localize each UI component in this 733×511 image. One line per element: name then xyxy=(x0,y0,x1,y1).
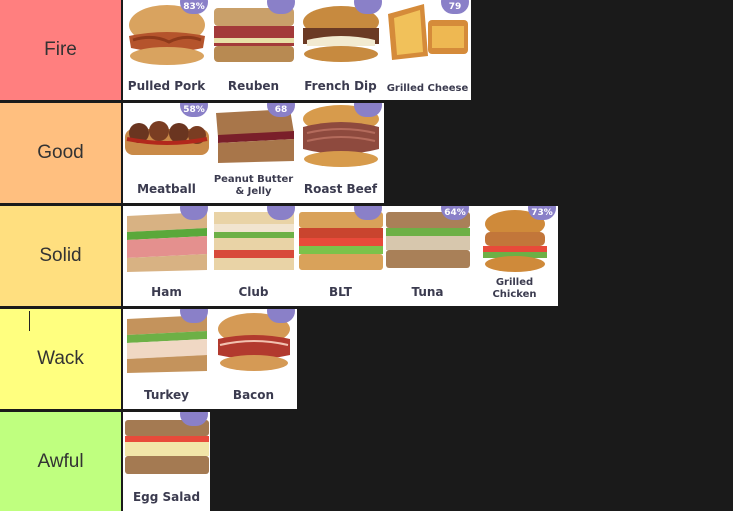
tier-label-solid[interactable]: Solid xyxy=(0,206,121,306)
item-label: French Dip xyxy=(304,79,377,94)
tier-item-bacon[interactable]: Bacon xyxy=(210,309,297,409)
item-label: Bacon xyxy=(232,388,275,403)
score-badge: 73% xyxy=(528,206,556,220)
tier-item-turkey[interactable]: Turkey xyxy=(123,309,210,409)
tier-row-wack: Wack Turkey Bacon xyxy=(0,309,733,409)
tier-item-grilled-cheese[interactable]: 79 Grilled Cheese xyxy=(384,0,471,100)
tier-label-fire[interactable]: Fire xyxy=(0,0,121,100)
tier-item-grilled-chicken[interactable]: 73% Grilled Chicken xyxy=(471,206,558,306)
score-badge: 64% xyxy=(441,206,469,220)
score-badge: 58% xyxy=(180,103,208,117)
item-label: BLT xyxy=(329,285,352,300)
tier-items-fire: 83% Pulled Pork Reuben French Dip 79 Gri… xyxy=(123,0,471,100)
tier-item-club[interactable]: Club xyxy=(210,206,297,306)
tier-items-awful: Egg Salad xyxy=(123,412,210,511)
text-cursor xyxy=(29,311,30,331)
item-label: Ham xyxy=(151,285,182,300)
tier-label-text: Awful xyxy=(37,450,84,472)
score-badge: 83% xyxy=(180,0,208,14)
tier-item-meatball[interactable]: 58% Meatball xyxy=(123,103,210,203)
tier-item-french-dip[interactable]: French Dip xyxy=(297,0,384,100)
item-label: Grilled Chicken xyxy=(492,277,537,300)
tier-items-good: 58% Meatball 68 Peanut Butter & Jelly Ro… xyxy=(123,103,384,203)
tier-label-awful[interactable]: Awful xyxy=(0,412,121,511)
item-label: Grilled Cheese xyxy=(386,82,469,94)
item-label: Roast Beef xyxy=(303,182,378,197)
item-label: Peanut Butter & Jelly xyxy=(213,174,294,197)
tier-item-reuben[interactable]: Reuben xyxy=(210,0,297,100)
tier-list: Fire 83% Pulled Pork Reuben French Dip 7… xyxy=(0,0,733,511)
tier-label-good[interactable]: Good xyxy=(0,103,121,203)
tier-items-solid: Ham Club BLT 64% Tuna 73% Grilled Chicke… xyxy=(123,206,558,306)
tier-item-ham[interactable]: Ham xyxy=(123,206,210,306)
tier-row-awful: Awful Egg Salad xyxy=(0,412,733,511)
item-label: Tuna xyxy=(411,285,444,300)
tier-row-solid: Solid Ham Club BLT 64% Tuna 73% Grilled … xyxy=(0,206,733,306)
item-label: Pulled Pork xyxy=(127,79,206,94)
tier-item-roast-beef[interactable]: Roast Beef xyxy=(297,103,384,203)
tier-label-wack[interactable]: Wack xyxy=(0,309,121,409)
tier-label-text: Fire xyxy=(44,39,77,60)
item-label: Meatball xyxy=(137,182,196,197)
tier-item-pulled-pork[interactable]: 83% Pulled Pork xyxy=(123,0,210,100)
tier-item-peanut-butter-jelly[interactable]: 68 Peanut Butter & Jelly xyxy=(210,103,297,203)
tier-item-egg-salad[interactable]: Egg Salad xyxy=(123,412,210,511)
tier-row-good: Good 58% Meatball 68 Peanut Butter & Jel… xyxy=(0,103,733,203)
tier-label-text[interactable]: Wack xyxy=(37,348,84,370)
item-label: Turkey xyxy=(144,388,189,403)
tier-items-wack: Turkey Bacon xyxy=(123,309,297,409)
tier-item-blt[interactable]: BLT xyxy=(297,206,384,306)
tier-row-fire: Fire 83% Pulled Pork Reuben French Dip 7… xyxy=(0,0,733,100)
item-label: Reuben xyxy=(227,79,280,94)
tier-label-text: Solid xyxy=(39,245,82,266)
tier-label-text: Good xyxy=(37,142,84,163)
item-label: Club xyxy=(238,285,269,300)
tier-item-tuna[interactable]: 64% Tuna xyxy=(384,206,471,306)
item-label: Egg Salad xyxy=(132,490,201,505)
